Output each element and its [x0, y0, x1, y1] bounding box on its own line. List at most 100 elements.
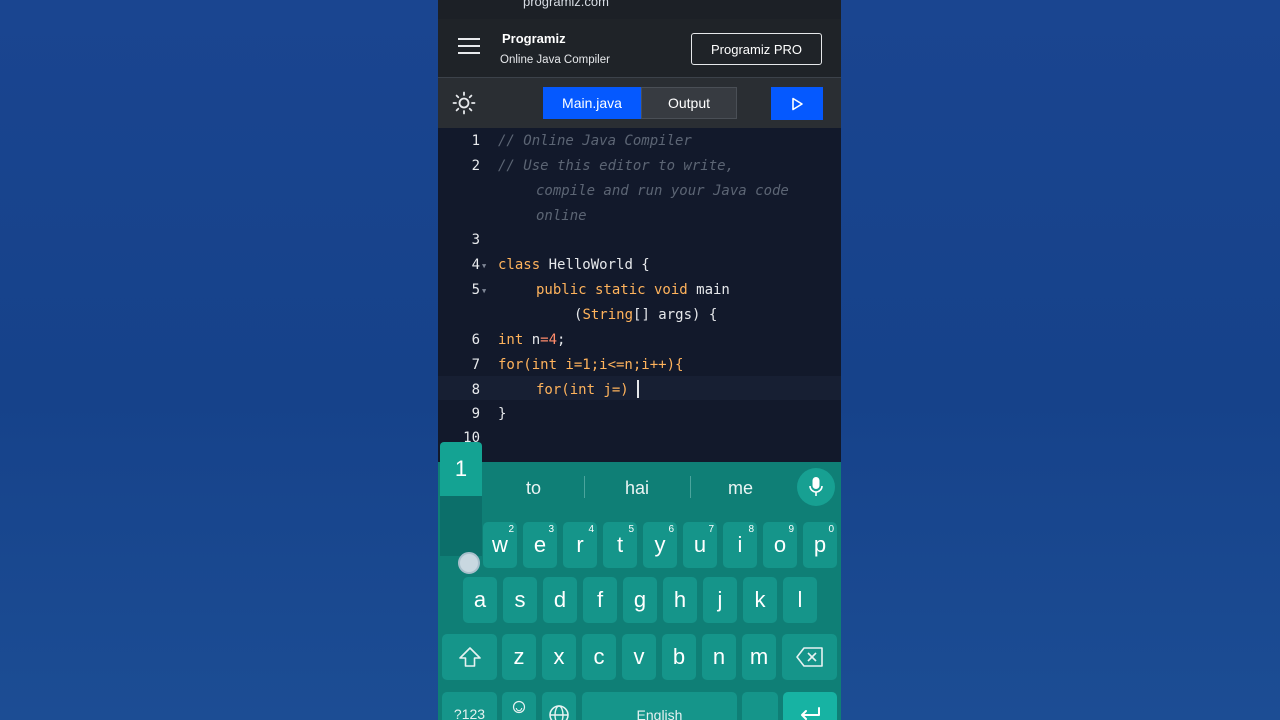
- period-key[interactable]: [742, 692, 778, 720]
- code-text: [] args) {: [633, 307, 718, 323]
- enter-key[interactable]: [783, 692, 837, 720]
- line-number: 1: [471, 133, 480, 149]
- number: 4: [548, 332, 558, 348]
- key-popup-tail: [440, 496, 482, 556]
- key-z[interactable]: z: [502, 634, 536, 680]
- key-hint: 0: [828, 524, 834, 535]
- code-line-4: class HelloWorld {: [498, 257, 650, 273]
- key-s[interactable]: s: [503, 577, 537, 623]
- run-button[interactable]: [771, 87, 823, 120]
- code-line-8: for(int j=): [536, 382, 629, 398]
- backspace-key[interactable]: [782, 634, 837, 680]
- line-number: 8: [471, 382, 480, 398]
- line-number: 4: [471, 257, 480, 273]
- line-number: 5: [471, 282, 480, 298]
- key-w[interactable]: w2: [483, 522, 517, 568]
- key-label: o: [773, 532, 787, 557]
- operator: =: [540, 332, 549, 348]
- key-hint: 4: [588, 524, 594, 535]
- code-line-5: public static void main: [536, 282, 730, 298]
- key-r[interactable]: r4: [563, 522, 597, 568]
- code-text: n: [523, 332, 541, 348]
- suggestion-item[interactable]: hai: [625, 478, 649, 499]
- emoji-icon: [512, 700, 526, 714]
- code-line-6: int n=4;: [498, 332, 565, 348]
- page-subtitle: Online Java Compiler: [500, 54, 610, 66]
- space-key[interactable]: English: [582, 692, 737, 720]
- browser-url-bar[interactable]: programiz.com: [438, 0, 841, 19]
- key-c[interactable]: c: [582, 634, 616, 680]
- key-e[interactable]: e3: [523, 522, 557, 568]
- suggestion-item[interactable]: to: [526, 478, 541, 499]
- suggestion-divider: [690, 476, 691, 498]
- hamburger-icon[interactable]: [458, 38, 480, 54]
- key-i[interactable]: i8: [723, 522, 757, 568]
- editor-toolbar: Main.java Output: [438, 78, 841, 128]
- key-d[interactable]: d: [543, 577, 577, 623]
- emoji-key[interactable]: [502, 692, 536, 720]
- key-hint: 3: [548, 524, 554, 535]
- key-l[interactable]: l: [783, 577, 817, 623]
- code-text: main: [687, 282, 730, 298]
- shift-icon: [458, 647, 481, 667]
- text-cursor: [637, 380, 639, 398]
- line-number: 6: [471, 332, 480, 348]
- key-y[interactable]: y6: [643, 522, 677, 568]
- logo-text: rogramiz: [510, 31, 566, 46]
- shift-key[interactable]: [442, 634, 497, 680]
- key-o[interactable]: o9: [763, 522, 797, 568]
- logo-mark: P: [502, 31, 511, 46]
- key-hint: 2: [508, 524, 514, 535]
- key-b[interactable]: b: [662, 634, 696, 680]
- symbols-key[interactable]: ?123: [442, 692, 497, 720]
- key-h[interactable]: h: [663, 577, 697, 623]
- key-a[interactable]: a: [463, 577, 497, 623]
- phone-screen: programiz.com Programiz Online Java Comp…: [438, 0, 841, 720]
- type-name: String: [582, 307, 634, 323]
- key-p[interactable]: p0: [803, 522, 837, 568]
- key-m[interactable]: m: [742, 634, 776, 680]
- url-text: programiz.com: [523, 0, 609, 9]
- key-label: i: [737, 532, 743, 557]
- sun-icon[interactable]: [452, 91, 476, 115]
- key-hint: 9: [788, 524, 794, 535]
- code-line-5-wrap: (String[] args) {: [574, 307, 717, 323]
- fold-arrow-icon[interactable]: ▼: [482, 262, 486, 270]
- key-label: t: [616, 532, 624, 557]
- code-text: ;: [557, 332, 566, 348]
- line-number: 7: [471, 357, 480, 373]
- backspace-icon: [795, 647, 823, 667]
- key-label: y: [654, 532, 666, 557]
- code-line-9: }: [498, 406, 507, 422]
- tab-output[interactable]: Output: [641, 87, 737, 119]
- key-k[interactable]: k: [743, 577, 777, 623]
- onscreen-keyboard: 1 to hai me w2 e3 r4 t5 y6 u7 i8 o9 p0 a…: [438, 442, 841, 720]
- globe-key[interactable]: [542, 692, 576, 720]
- key-u[interactable]: u7: [683, 522, 717, 568]
- code-editor[interactable]: 1 2 3 4 5 6 7 8 9 10 ▼ ▼ // Online Java …: [438, 128, 841, 462]
- code-line-1: // Online Java Compiler: [498, 133, 692, 149]
- key-x[interactable]: x: [542, 634, 576, 680]
- keyword: class: [498, 257, 541, 273]
- key-j[interactable]: j: [703, 577, 737, 623]
- code-line-2: // Use this editor to write,: [498, 158, 735, 174]
- key-label: e: [533, 532, 547, 557]
- key-v[interactable]: v: [622, 634, 656, 680]
- fold-arrow-icon[interactable]: ▼: [482, 287, 486, 295]
- keyword: int: [498, 332, 524, 348]
- programiz-pro-button[interactable]: Programiz PRO: [691, 33, 822, 65]
- key-f[interactable]: f: [583, 577, 617, 623]
- key-n[interactable]: n: [702, 634, 736, 680]
- site-header: Programiz Online Java Compiler Programiz…: [438, 19, 841, 78]
- key-hint: 7: [708, 524, 714, 535]
- key-g[interactable]: g: [623, 577, 657, 623]
- microphone-icon[interactable]: [797, 468, 835, 506]
- mic-glyph: [809, 477, 823, 496]
- suggestion-item[interactable]: me: [728, 478, 753, 499]
- tab-main-java[interactable]: Main.java: [543, 87, 641, 119]
- programiz-logo[interactable]: Programiz: [502, 31, 566, 46]
- code-line-2-wrap: online: [536, 208, 587, 224]
- key-t[interactable]: t5: [603, 522, 637, 568]
- key-label: r: [576, 532, 584, 557]
- enter-icon: [801, 707, 820, 720]
